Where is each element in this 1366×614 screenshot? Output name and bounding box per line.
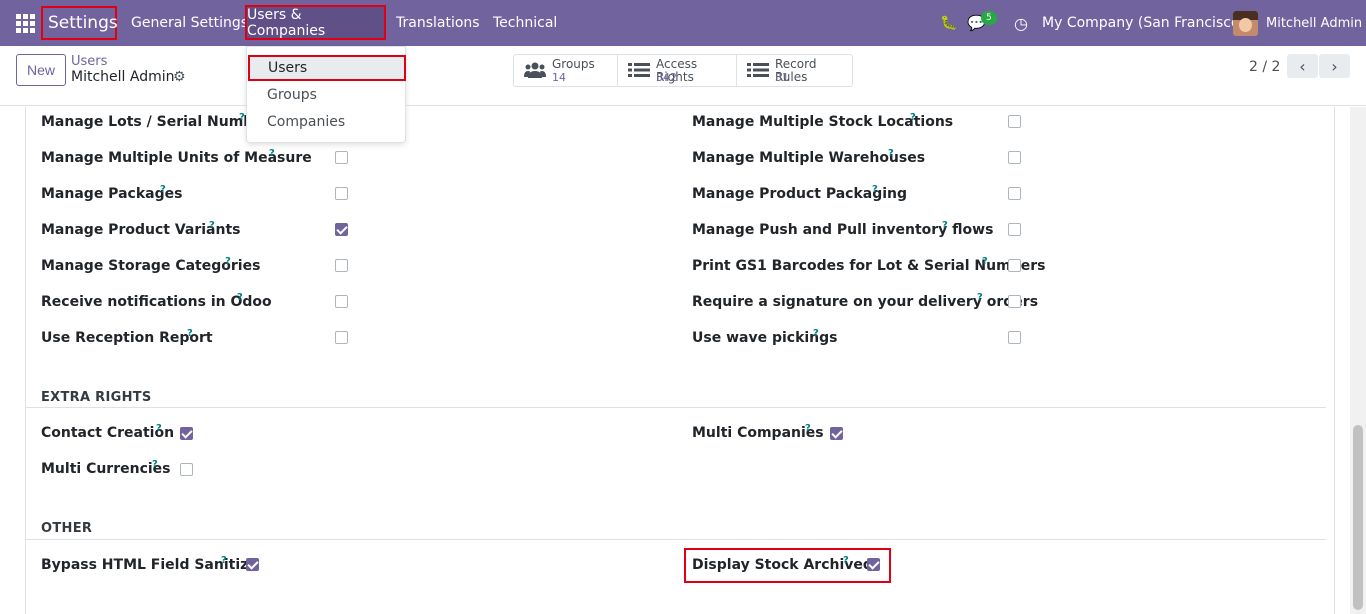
field-label-multi-companies: Multi Companies <box>692 425 824 441</box>
breadcrumb-current: Mitchell Admin <box>71 69 175 85</box>
checkbox-product-packaging[interactable] <box>1008 187 1021 200</box>
section-divider <box>25 539 1326 540</box>
pager-previous-button[interactable]: ‹ <box>1287 54 1318 78</box>
smart-buttons: Groups 14 Access Rights 342 Record Rules… <box>513 54 853 87</box>
menu-users-companies[interactable]: Users & Companies <box>245 5 386 40</box>
new-button[interactable]: New <box>16 54 66 86</box>
checkbox-push-pull-flows[interactable] <box>1008 223 1021 236</box>
help-icon[interactable]: ? <box>813 328 819 339</box>
help-icon[interactable]: ? <box>888 148 894 159</box>
help-icon[interactable]: ? <box>843 555 849 566</box>
menu-technical[interactable]: Technical <box>493 0 557 46</box>
menu-translations[interactable]: Translations <box>396 0 480 46</box>
field-label-delivery-signature: Require a signature on your delivery ord… <box>692 294 1039 310</box>
field-label-contact-creation: Contact Creation <box>41 425 175 441</box>
checkbox-gs1-barcodes[interactable] <box>1008 259 1021 272</box>
list-icon <box>628 62 650 78</box>
help-icon[interactable]: ? <box>805 423 811 434</box>
groups-label: Groups <box>552 57 595 71</box>
help-icon[interactable]: ? <box>872 184 878 195</box>
record-rules-smart-button[interactable]: Record Rules 31 <box>737 55 852 86</box>
activity-clock-icon[interactable]: ◷ <box>1012 0 1030 46</box>
help-icon[interactable]: ? <box>156 423 162 434</box>
help-icon[interactable]: ? <box>910 112 916 123</box>
section-title-extra-rights: EXTRA RIGHTS <box>41 390 152 405</box>
checkbox-wave-pickings[interactable] <box>1008 331 1021 344</box>
checkbox-multi-companies[interactable] <box>830 427 843 440</box>
checkbox-reception-report[interactable] <box>335 331 348 344</box>
help-icon[interactable]: ? <box>977 292 983 303</box>
checkbox-notifications-odoo[interactable] <box>335 295 348 308</box>
control-panel: New Users Mitchell Admin ⚙ Groups 14 Acc… <box>0 46 1366 106</box>
help-icon[interactable]: ? <box>221 555 227 566</box>
help-icon[interactable]: ? <box>237 292 243 303</box>
access-rights-smart-button[interactable]: Access Rights 342 <box>618 55 737 86</box>
chat-count-badge: 5 <box>981 11 997 25</box>
debug-bug-icon[interactable]: 🐛 <box>940 0 957 46</box>
pager-next-button[interactable]: › <box>1319 54 1350 78</box>
help-icon[interactable]: ? <box>269 148 275 159</box>
checkbox-multi-stock-locations[interactable] <box>1008 115 1021 128</box>
breadcrumb-users-link[interactable]: Users <box>71 54 107 69</box>
dropdown-item-companies[interactable]: Companies <box>247 109 405 135</box>
help-icon[interactable]: ? <box>239 112 245 123</box>
section-divider <box>25 407 1326 408</box>
pager-value: 2 / 2 <box>1249 59 1281 75</box>
help-icon[interactable]: ? <box>982 256 988 267</box>
help-icon[interactable]: ? <box>209 220 215 231</box>
company-switcher[interactable]: My Company (San Francisco) <box>1042 0 1245 46</box>
groups-count: 14 <box>552 71 566 84</box>
checkbox-bypass-html[interactable] <box>246 558 259 571</box>
app-brand-settings[interactable]: Settings <box>41 6 118 40</box>
access-rights-count: 342 <box>656 71 677 84</box>
gear-icon[interactable]: ⚙ <box>173 69 186 85</box>
list-icon <box>747 62 769 78</box>
checkbox-storage-categories[interactable] <box>335 259 348 272</box>
user-menu-name[interactable]: Mitchell Admin <box>1266 0 1362 46</box>
user-avatar[interactable] <box>1233 11 1258 36</box>
checkbox-packages[interactable] <box>335 187 348 200</box>
dropdown-item-groups[interactable]: Groups <box>247 82 405 108</box>
checkbox-product-variants[interactable] <box>335 223 348 236</box>
apps-menu-icon[interactable] <box>16 0 38 46</box>
help-icon[interactable]: ? <box>942 220 948 231</box>
groups-smart-button[interactable]: Groups 14 <box>514 55 618 86</box>
checkbox-multi-warehouses[interactable] <box>1008 151 1021 164</box>
field-label-push-pull-flows: Manage Push and Pull inventory flows <box>692 222 994 238</box>
scrollbar-thumb[interactable] <box>1353 425 1363 610</box>
dropdown-item-users[interactable]: Users <box>248 55 406 81</box>
checkbox-multi-uom[interactable] <box>335 151 348 164</box>
checkbox-display-stock-archived[interactable] <box>867 558 880 571</box>
chevron-left-icon: ‹ <box>1299 56 1306 76</box>
help-icon[interactable]: ? <box>152 459 158 470</box>
form-sheet <box>25 107 1335 614</box>
section-title-other: OTHER <box>41 521 93 536</box>
checkbox-delivery-signature[interactable] <box>1008 295 1021 308</box>
help-icon[interactable]: ? <box>187 328 193 339</box>
vertical-scrollbar[interactable] <box>1350 107 1366 614</box>
checkbox-contact-creation[interactable] <box>180 427 193 440</box>
help-icon[interactable]: ? <box>225 256 231 267</box>
users-companies-dropdown: Users Groups Companies <box>246 46 406 143</box>
field-label-gs1-barcodes: Print GS1 Barcodes for Lot & Serial Numb… <box>692 258 1046 274</box>
menu-general-settings[interactable]: General Settings <box>131 0 248 46</box>
help-icon[interactable]: ? <box>160 184 166 195</box>
record-rules-count: 31 <box>775 71 789 84</box>
top-navbar: Settings General Settings Users & Compan… <box>0 0 1366 46</box>
chevron-right-icon: › <box>1331 56 1338 76</box>
checkbox-multi-currencies[interactable] <box>180 463 193 476</box>
form-content <box>0 107 1350 614</box>
users-icon <box>524 62 546 78</box>
